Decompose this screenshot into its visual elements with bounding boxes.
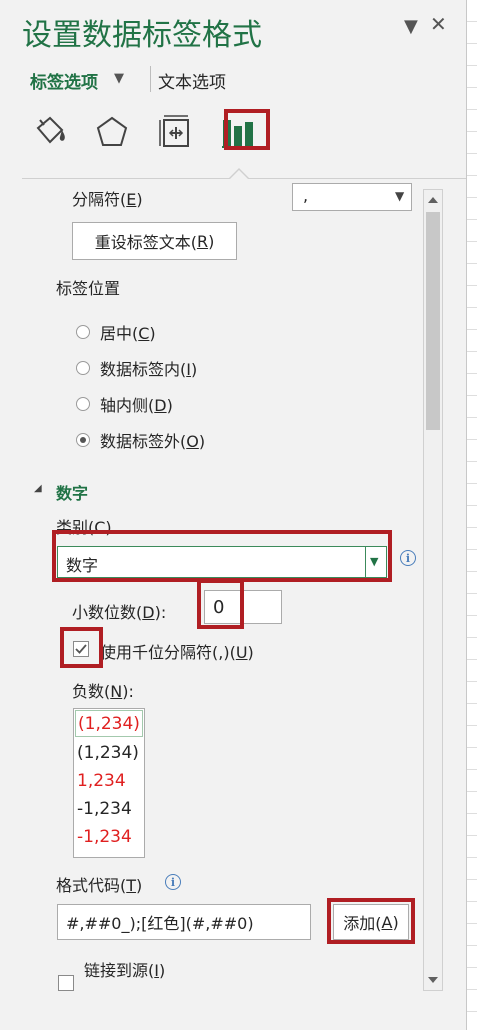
worksheet-edge: [466, 0, 477, 1030]
number-section-title[interactable]: 数字: [56, 480, 88, 504]
pane-title: 设置数据标签格式: [22, 18, 262, 53]
radio-button[interactable]: [76, 325, 90, 339]
radio-inside-end[interactable]: 数据标签内(I): [76, 356, 197, 380]
paint-bucket-icon[interactable]: [30, 112, 70, 152]
highlight-decimal-places: [197, 579, 244, 629]
info-icon[interactable]: i: [165, 874, 181, 890]
format-code-input[interactable]: #,##0_);[红色](#,##0): [57, 904, 311, 940]
tab-label-options[interactable]: 标签选项: [30, 68, 98, 93]
active-tab-pointer-fill: [230, 170, 248, 179]
format-code-label: 格式代码(T): [56, 876, 143, 895]
vertical-scrollbar[interactable]: [423, 189, 443, 991]
list-item[interactable]: (1,234): [75, 739, 143, 766]
list-item[interactable]: -1,234: [75, 823, 143, 850]
thousands-separator-label[interactable]: 使用千位分隔符(,)(U): [100, 639, 254, 663]
link-to-source-checkbox[interactable]: [58, 975, 74, 991]
radio-outside-end[interactable]: 数据标签外(O): [76, 428, 205, 452]
separator-value: ,: [303, 186, 309, 205]
list-item[interactable]: 1,234: [75, 767, 143, 794]
radio-button-selected[interactable]: [76, 433, 90, 447]
info-icon[interactable]: i: [400, 550, 416, 566]
tab-divider: [150, 66, 151, 92]
decimal-places-label: 小数位数(D):: [72, 603, 167, 622]
highlight-chart-options-icon: [224, 109, 270, 150]
negative-numbers-list[interactable]: (1,234) (1,234) 1,234 -1,234 -1,234: [73, 708, 145, 858]
link-to-source-label[interactable]: 链接到源(I): [84, 957, 165, 981]
pentagon-icon[interactable]: [92, 112, 132, 152]
chevron-down-icon[interactable]: ▼: [114, 71, 124, 86]
reset-label-text-button[interactable]: 重设标签文本(R): [72, 222, 237, 260]
close-icon[interactable]: ✕: [430, 12, 447, 36]
list-item[interactable]: (1,234): [75, 710, 143, 737]
collapse-triangle-icon[interactable]: ◢: [34, 483, 42, 494]
radio-button[interactable]: [76, 397, 90, 411]
pane-options-icon[interactable]: ▼: [404, 16, 418, 37]
radio-inside-base[interactable]: 轴内侧(D): [76, 392, 173, 416]
radio-button[interactable]: [76, 361, 90, 375]
size-properties-icon[interactable]: [156, 112, 196, 152]
radio-center[interactable]: 居中(C): [76, 320, 156, 344]
scroll-up-icon[interactable]: [424, 190, 442, 210]
chevron-down-icon: ▼: [395, 189, 405, 203]
format-data-labels-pane: 设置数据标签格式 ▼ ✕ 标签选项 ▼ 文本选项 分隔符(E) , ▼ 重设标签…: [0, 0, 466, 1030]
negative-numbers-label: 负数(N):: [72, 682, 134, 701]
list-item[interactable]: -1,234: [75, 795, 143, 822]
tab-text-options[interactable]: 文本选项: [158, 68, 226, 93]
highlight-category: [52, 530, 392, 582]
separator-label: 分隔符(E): [72, 190, 143, 209]
highlight-thousands-checkbox: [60, 627, 103, 668]
highlight-add-button: [327, 898, 415, 944]
scroll-down-icon[interactable]: [424, 970, 442, 990]
scrollbar-thumb[interactable]: [426, 212, 440, 430]
separator-dropdown[interactable]: , ▼: [292, 183, 412, 211]
label-position-heading: 标签位置: [56, 279, 121, 298]
